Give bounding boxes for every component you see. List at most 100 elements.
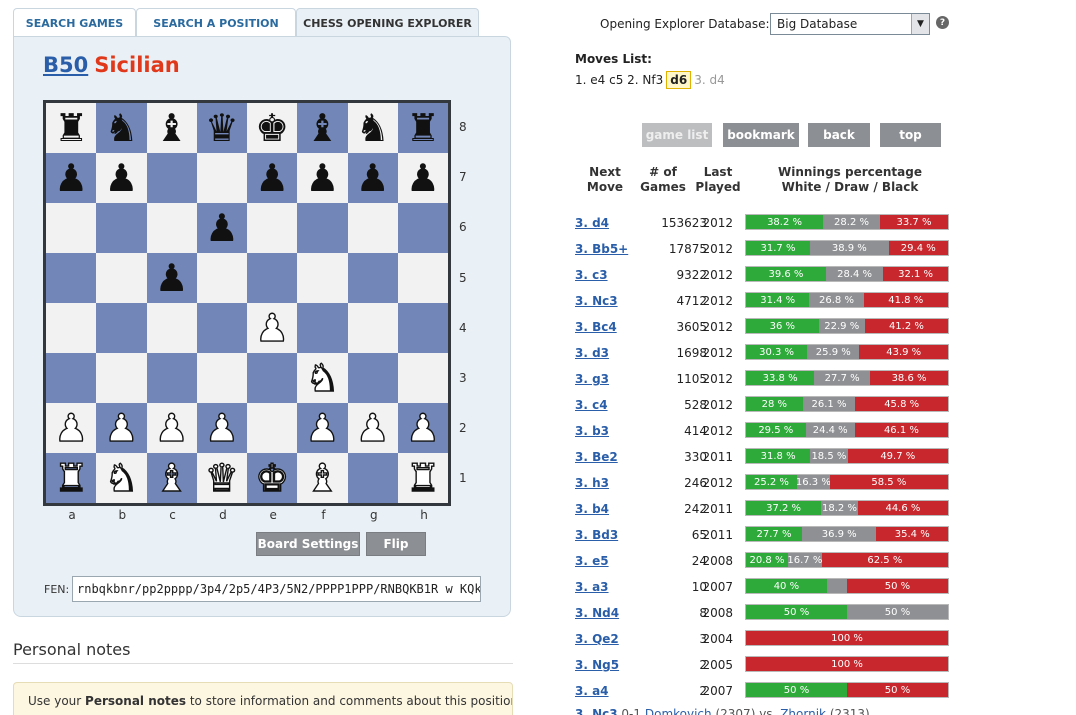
next-move-link[interactable]: 3. c3 [575, 268, 608, 282]
square-h3[interactable] [397, 353, 448, 403]
white-pawn-icon[interactable]: ♟ [254, 308, 289, 347]
square-e3[interactable] [247, 353, 298, 403]
black-king-icon[interactable]: ♚ [255, 109, 289, 147]
bookmark-button[interactable]: bookmark [723, 123, 799, 147]
square-d2[interactable]: ♟ [196, 403, 247, 453]
black-pawn-icon[interactable]: ♟ [356, 159, 390, 197]
next-move-link[interactable]: 3. Nd4 [575, 606, 619, 620]
next-move-link[interactable]: 3. Be2 [575, 450, 618, 464]
table-row[interactable]: 3. a4 2 2007 50 % 50 % [575, 682, 955, 700]
board-settings-button[interactable]: Board Settings [256, 532, 360, 556]
square-c3[interactable] [146, 353, 197, 403]
square-h7[interactable]: ♟ [397, 153, 448, 203]
top-button[interactable]: top [880, 123, 941, 147]
game-move[interactable]: 3. Nc3 [575, 707, 618, 715]
black-knight-icon[interactable]: ♞ [104, 109, 138, 147]
square-e4[interactable]: ♟ [247, 303, 298, 353]
square-b7[interactable]: ♟ [96, 153, 147, 203]
square-b2[interactable]: ♟ [96, 403, 147, 453]
square-h5[interactable] [397, 253, 448, 303]
next-move-link[interactable]: 3. Qe2 [575, 632, 619, 646]
game-list-button[interactable]: game list [642, 123, 712, 147]
square-a8[interactable]: ♜ [46, 103, 97, 153]
square-g8[interactable]: ♞ [347, 103, 398, 153]
square-f4[interactable] [297, 303, 348, 353]
square-h8[interactable]: ♜ [397, 103, 448, 153]
square-h2[interactable]: ♟ [397, 403, 448, 453]
white-king-icon[interactable]: ♚ [254, 458, 289, 497]
black-pawn-icon[interactable]: ♟ [104, 159, 138, 197]
table-row[interactable]: 3. Nc3 4712 2012 31.4 % 26.8 % 41.8 % [575, 292, 955, 310]
white-pawn-icon[interactable]: ♟ [305, 408, 340, 447]
black-player-link[interactable]: Zhornik [780, 707, 826, 715]
next-move-link[interactable]: 3. Nc3 [575, 294, 618, 308]
black-rook-icon[interactable]: ♜ [406, 109, 440, 147]
square-b6[interactable] [96, 203, 147, 253]
square-c5[interactable]: ♟ [146, 253, 197, 303]
next-move-link[interactable]: 3. h3 [575, 476, 609, 490]
square-f2[interactable]: ♟ [297, 403, 348, 453]
square-g2[interactable]: ♟ [347, 403, 398, 453]
square-a6[interactable] [46, 203, 97, 253]
white-queen-icon[interactable]: ♛ [204, 458, 239, 497]
square-c1[interactable]: ♝ [146, 453, 197, 503]
black-pawn-icon[interactable]: ♟ [255, 159, 289, 197]
square-a4[interactable] [46, 303, 97, 353]
current-move[interactable]: d6 [666, 71, 692, 89]
table-row[interactable]: 3. b3 414 2012 29.5 % 24.4 % 46.1 % [575, 422, 955, 440]
table-row[interactable]: 3. Be2 330 2011 31.8 % 18.5 % 49.7 % [575, 448, 955, 466]
next-move-link[interactable]: 3. Bb5+ [575, 242, 628, 256]
square-f5[interactable] [297, 253, 348, 303]
square-f1[interactable]: ♝ [297, 453, 348, 503]
square-a7[interactable]: ♟ [46, 153, 97, 203]
black-pawn-icon[interactable]: ♟ [155, 259, 189, 297]
square-e6[interactable] [247, 203, 298, 253]
square-g5[interactable] [347, 253, 398, 303]
table-row[interactable]: 3. a3 10 2007 40 % 50 % [575, 578, 955, 596]
black-pawn-icon[interactable]: ♟ [205, 209, 239, 247]
table-row[interactable]: 3. c4 528 2012 28 % 26.1 % 45.8 % [575, 396, 955, 414]
table-row[interactable]: 3. Qe2 3 2004 100 % [575, 630, 955, 648]
help-icon[interactable]: ? [936, 16, 949, 29]
square-f8[interactable]: ♝ [297, 103, 348, 153]
black-bishop-icon[interactable]: ♝ [155, 109, 189, 147]
square-d4[interactable] [196, 303, 247, 353]
table-row[interactable]: 3. g3 1105 2012 33.8 % 27.7 % 38.6 % [575, 370, 955, 388]
square-e2[interactable] [247, 403, 298, 453]
table-row[interactable]: 3. c3 9322 2012 39.6 % 28.4 % 32.1 % [575, 266, 955, 284]
fen-input[interactable]: rnbqkbnr/pp2pppp/3p4/2p5/4P3/5N2/PPPP1PP… [72, 576, 481, 602]
square-a3[interactable] [46, 353, 97, 403]
square-g1[interactable] [347, 453, 398, 503]
square-d8[interactable]: ♛ [196, 103, 247, 153]
next-move-link[interactable]: 3. c4 [575, 398, 608, 412]
table-row[interactable]: 3. b4 242 2011 37.2 % 18.2 % 44.6 % [575, 500, 955, 518]
table-row[interactable]: 3. d3 1698 2012 30.3 % 25.9 % 43.9 % [575, 344, 955, 362]
back-button[interactable]: back [808, 123, 870, 147]
table-row[interactable]: 3. Ng5 2 2005 100 % [575, 656, 955, 674]
table-row[interactable]: 3. Bc4 3605 2012 36 % 22.9 % 41.2 % [575, 318, 955, 336]
next-move-link[interactable]: 3. Bd3 [575, 528, 618, 542]
next-move-link[interactable]: 3. d3 [575, 346, 609, 360]
table-row[interactable]: 3. Nd4 8 2008 50 % 50 % [575, 604, 955, 622]
square-h6[interactable] [397, 203, 448, 253]
square-d5[interactable] [196, 253, 247, 303]
tab-search-games[interactable]: SEARCH GAMES [13, 8, 136, 37]
chess-board[interactable]: ♜ ♞ ♝ ♛ ♚ ♝ ♞ ♜ ♟ ♟ ♟ ♟ ♟ ♟ ♟ ♟ ♟ ♞ ♟ ♟ ♟ ♟ ♟ ♟ ♟ ♜ ♞ ♝ ♛ ♚ ♝ ♜ [43, 100, 451, 506]
square-h4[interactable] [397, 303, 448, 353]
square-e5[interactable] [247, 253, 298, 303]
flip-board-button[interactable]: Flip [366, 532, 426, 556]
square-f3[interactable]: ♞ [297, 353, 348, 403]
square-h1[interactable]: ♜ [397, 453, 448, 503]
white-player-link[interactable]: Domkovich [645, 707, 712, 715]
table-row[interactable]: 3. Bb5+ 17875 2012 31.7 % 38.9 % 29.4 % [575, 240, 955, 258]
square-g4[interactable] [347, 303, 398, 353]
square-b5[interactable] [96, 253, 147, 303]
white-pawn-icon[interactable]: ♟ [53, 408, 88, 447]
square-e1[interactable]: ♚ [247, 453, 298, 503]
square-g6[interactable] [347, 203, 398, 253]
database-select[interactable]: Big Database ▼ [770, 13, 930, 35]
personal-notes-box[interactable]: Use your Personal notes to store informa… [13, 682, 513, 715]
square-d7[interactable] [196, 153, 247, 203]
square-c2[interactable]: ♟ [146, 403, 197, 453]
eco-code-link[interactable]: B50 [43, 53, 88, 77]
